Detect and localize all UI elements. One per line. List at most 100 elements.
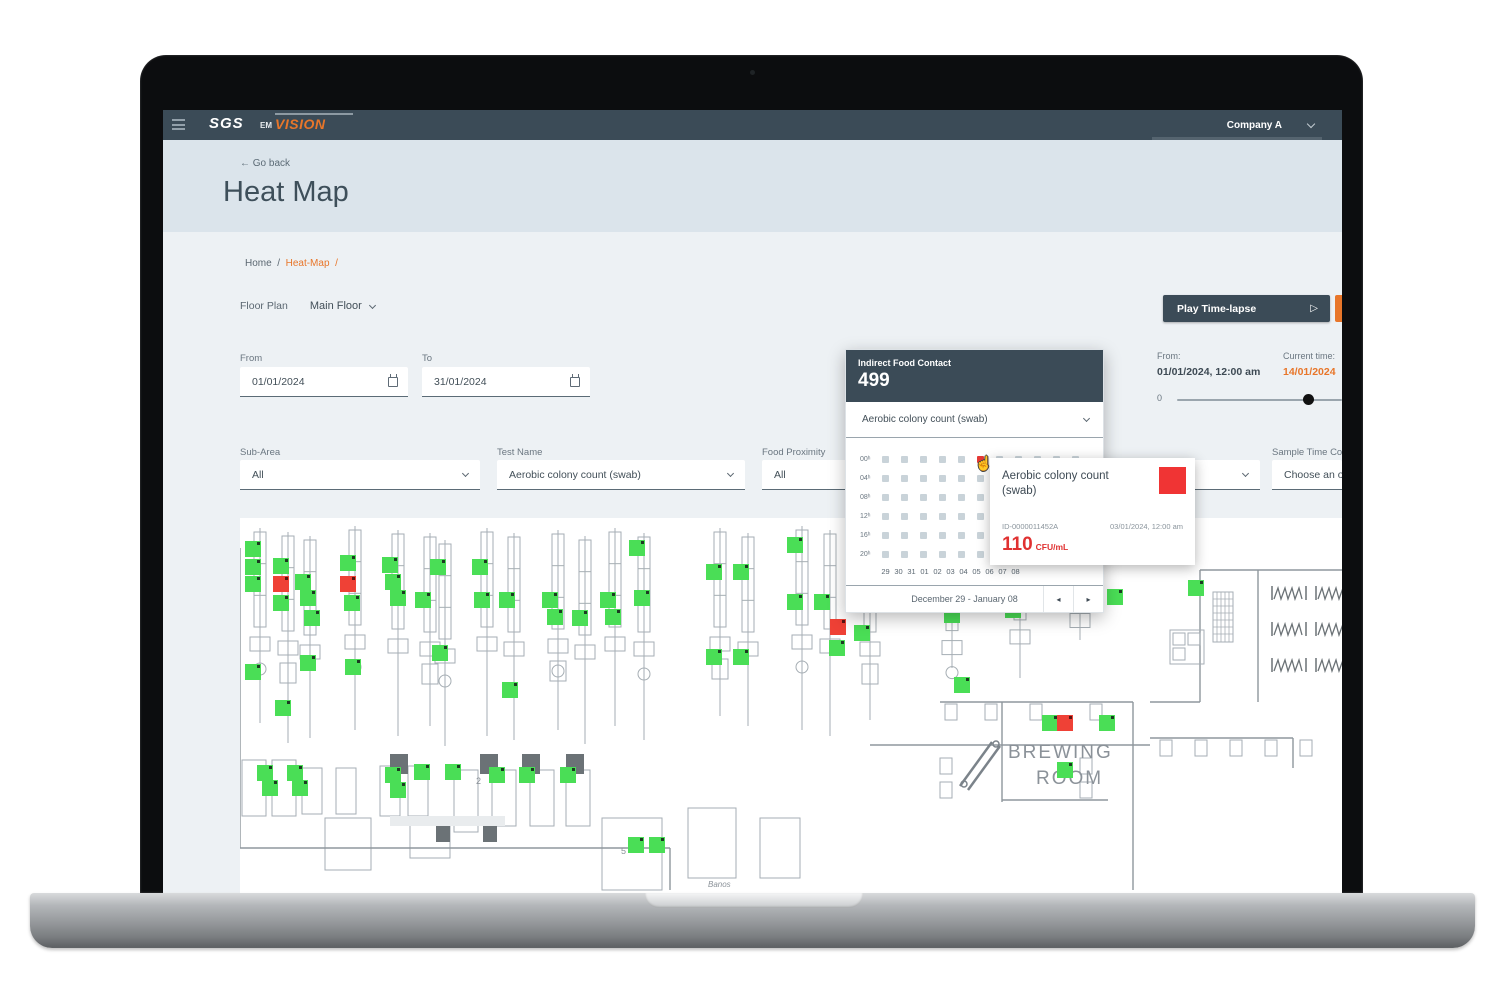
sample-point-green[interactable]	[1107, 589, 1123, 605]
sample-point-green[interactable]	[385, 574, 401, 590]
sample-point-green[interactable]	[1099, 715, 1115, 731]
heat-grid-cell[interactable]	[882, 551, 889, 558]
floor-plan-canvas[interactable]: BREWINGROOMBanos52	[240, 518, 1342, 893]
timeline-slider-thumb[interactable]	[1303, 394, 1314, 405]
heat-grid-cell[interactable]	[977, 475, 984, 482]
heat-grid-cell[interactable]	[939, 456, 946, 463]
clipped-orange-button[interactable]	[1335, 295, 1342, 322]
breadcrumb-current[interactable]: Heat-Map	[286, 258, 330, 269]
sample-point-green[interactable]	[382, 557, 398, 573]
heat-grid-cell[interactable]	[882, 532, 889, 539]
sample-point-green[interactable]	[628, 837, 644, 853]
go-back-link[interactable]: ← Go back	[240, 158, 290, 169]
sample-point-green[interactable]	[385, 767, 401, 783]
sample-point-green[interactable]	[345, 659, 361, 675]
sample-point-green[interactable]	[474, 592, 490, 608]
heat-grid-cell[interactable]	[920, 532, 927, 539]
sample-point-green[interactable]	[1057, 762, 1073, 778]
floor-plan-select[interactable]: Main Floor	[310, 300, 375, 312]
heat-grid-cell[interactable]	[939, 494, 946, 501]
sample-point-green[interactable]	[292, 780, 308, 796]
sample-point-green[interactable]	[733, 649, 749, 665]
sub-area-select[interactable]: All	[240, 460, 480, 490]
sample-point-green[interactable]	[1042, 715, 1058, 731]
heat-grid-cell[interactable]	[882, 513, 889, 520]
heat-grid-cell[interactable]	[958, 475, 965, 482]
sample-point-green[interactable]	[787, 537, 803, 553]
sample-point-green[interactable]	[706, 649, 722, 665]
sample-point-green[interactable]	[287, 765, 303, 781]
sample-point-green[interactable]	[300, 590, 316, 606]
sample-point-green[interactable]	[245, 559, 261, 575]
menu-icon[interactable]	[172, 119, 185, 130]
heat-grid-cell[interactable]	[958, 494, 965, 501]
sample-point-green[interactable]	[706, 564, 722, 580]
sample-point-green[interactable]	[502, 682, 518, 698]
sample-point-green[interactable]	[432, 645, 448, 661]
heat-grid-cell[interactable]	[920, 475, 927, 482]
sample-point-green[interactable]	[814, 594, 830, 610]
heat-grid-cell[interactable]	[901, 513, 908, 520]
sample-point-green[interactable]	[560, 767, 576, 783]
sample-point-green[interactable]	[430, 559, 446, 575]
sample-point-green[interactable]	[605, 609, 621, 625]
test-name-select[interactable]: Aerobic colony count (swab)	[497, 460, 745, 490]
sample-point-green[interactable]	[300, 655, 316, 671]
heat-grid-cell[interactable]	[977, 513, 984, 520]
sample-point-green[interactable]	[954, 677, 970, 693]
sample-point-green[interactable]	[340, 555, 356, 571]
sample-point-green[interactable]	[629, 540, 645, 556]
heat-grid-cell[interactable]	[882, 475, 889, 482]
sample-point-green[interactable]	[414, 764, 430, 780]
sample-point-green[interactable]	[445, 764, 461, 780]
heat-grid-cell[interactable]	[920, 456, 927, 463]
heat-grid-cell[interactable]	[939, 532, 946, 539]
from-date-input[interactable]: 01/01/2024	[240, 367, 408, 397]
heat-grid-cell[interactable]	[977, 551, 984, 558]
sample-point-green[interactable]	[245, 576, 261, 592]
sample-point-green[interactable]	[472, 559, 488, 575]
sample-point-green[interactable]	[415, 592, 431, 608]
sample-point-green[interactable]	[519, 767, 535, 783]
sample-point-green[interactable]	[273, 595, 289, 611]
sample-point-green[interactable]	[390, 590, 406, 606]
sample-point-red[interactable]	[1057, 715, 1073, 731]
company-selector[interactable]: Company A	[1227, 110, 1314, 140]
sample-point-green[interactable]	[245, 664, 261, 680]
next-page-button[interactable]: ▸	[1073, 586, 1103, 612]
sample-point-green[interactable]	[649, 837, 665, 853]
sample-point-red[interactable]	[340, 576, 356, 592]
sample-point-green[interactable]	[600, 592, 616, 608]
heat-grid-cell[interactable]	[920, 513, 927, 520]
sample-point-green[interactable]	[273, 558, 289, 574]
to-date-input[interactable]: 31/01/2024	[422, 367, 590, 397]
sample-point-green[interactable]	[572, 610, 588, 626]
heat-grid-cell[interactable]	[882, 456, 889, 463]
sample-point-red[interactable]	[273, 576, 289, 592]
sample-point-green[interactable]	[854, 625, 870, 641]
heat-grid-cell[interactable]	[901, 494, 908, 501]
heat-grid-cell[interactable]	[901, 475, 908, 482]
sample-point-green[interactable]	[634, 590, 650, 606]
heat-grid-cell[interactable]	[977, 532, 984, 539]
sample-point-green[interactable]	[257, 765, 273, 781]
heat-grid-cell[interactable]	[901, 456, 908, 463]
timeline-slider-track[interactable]	[1177, 399, 1342, 401]
sample-point-green[interactable]	[489, 767, 505, 783]
sample-point-green[interactable]	[295, 574, 311, 590]
heat-grid-cell[interactable]	[939, 513, 946, 520]
sample-point-green[interactable]	[1188, 580, 1204, 596]
heat-grid-cell[interactable]	[939, 551, 946, 558]
heat-grid-cell[interactable]	[901, 532, 908, 539]
prev-page-button[interactable]: ◂	[1043, 586, 1073, 612]
sample-point-green[interactable]	[245, 541, 261, 557]
sample-time-select[interactable]: Choose an o	[1272, 460, 1342, 490]
sample-point-green[interactable]	[499, 592, 515, 608]
sample-point-green[interactable]	[275, 700, 291, 716]
calendar-icon[interactable]	[570, 377, 580, 387]
heat-grid-cell[interactable]	[920, 494, 927, 501]
sample-point-green[interactable]	[304, 610, 320, 626]
heat-grid-cell[interactable]	[958, 513, 965, 520]
heat-grid-cell[interactable]	[958, 456, 965, 463]
sample-point-green[interactable]	[262, 780, 278, 796]
